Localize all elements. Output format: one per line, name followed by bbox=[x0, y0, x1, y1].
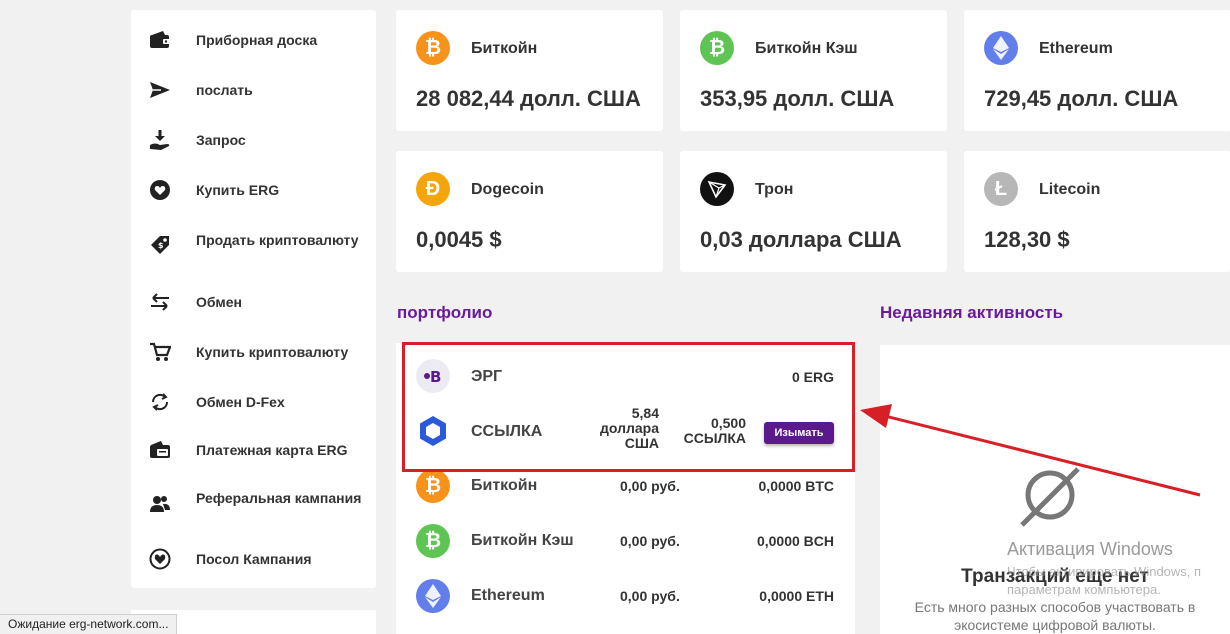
portfolio-row-crypto: 0,0000 BCH bbox=[756, 533, 834, 549]
portfolio-row-name: ЭРГ bbox=[471, 368, 503, 385]
sidebar-item-label: Приборная доска bbox=[196, 32, 318, 48]
sidebar-item-label: Купить криптовалюту bbox=[196, 344, 349, 360]
sidebar-item-dfex[interactable]: Обмен D-Fex bbox=[131, 392, 376, 412]
sidebar-item-request[interactable]: Запрос bbox=[131, 130, 376, 150]
portfolio-row-name: ССЫЛКА bbox=[471, 423, 543, 440]
sidebar-item-label: Запрос bbox=[196, 132, 246, 148]
sidebar-item-label: Обмен D-Fex bbox=[196, 394, 285, 410]
heart-hand-icon bbox=[149, 548, 171, 570]
sidebar-item-exchange[interactable]: Обмен bbox=[131, 292, 376, 312]
windows-activation-hint-line: параметрам компьютера. bbox=[1007, 582, 1161, 597]
portfolio-row-crypto: 0,0000 BTC bbox=[758, 478, 834, 494]
refresh-icon bbox=[149, 391, 171, 413]
price-card-tron[interactable]: Трон 0,03 доллара США bbox=[680, 151, 947, 272]
price-card-name: Ethereum bbox=[1039, 40, 1113, 57]
tag-icon: $ bbox=[149, 234, 171, 256]
bitcoin-cash-icon: ₿ bbox=[416, 524, 450, 558]
portfolio-row-crypto: 0,500 ССЫЛКА bbox=[683, 415, 746, 446]
sidebar-item-referral[interactable]: Реферальная кампания bbox=[131, 488, 376, 524]
withdraw-button[interactable]: Изымать bbox=[764, 422, 834, 444]
price-card-price: 128,30 $ bbox=[984, 227, 1070, 252]
litecoin-icon: Ł bbox=[984, 172, 1018, 206]
bitcoin-icon: ₿ bbox=[416, 31, 450, 65]
card-icon bbox=[149, 439, 171, 461]
portfolio-row-fiat: 0,00 руб. bbox=[620, 533, 680, 549]
ethereum-icon bbox=[984, 31, 1018, 65]
exchange-icon bbox=[149, 291, 171, 313]
portfolio-row-crypto: 0 ERG bbox=[791, 369, 834, 385]
portfolio-row-bitcoin[interactable]: ₿ Биткойн 0,00 руб. 0,0000 BTC bbox=[396, 469, 855, 519]
activity-title: Недавняя активность bbox=[880, 303, 1064, 322]
chainlink-icon bbox=[416, 414, 450, 448]
dogecoin-icon: Ð bbox=[416, 172, 450, 206]
portfolio-row-ethereum[interactable]: Ethereum 0,00 руб. 0,0000 ETH bbox=[396, 579, 855, 629]
sidebar-item-sell-crypto[interactable]: $ Продать криптовалюту bbox=[131, 230, 376, 266]
sidebar-item-label: Реферальная кампания bbox=[196, 490, 362, 506]
price-card-name: Биткойн bbox=[471, 40, 538, 57]
sidebar-item-label: Обмен bbox=[196, 294, 242, 310]
cart-icon bbox=[149, 341, 171, 363]
sidebar-item-send[interactable]: послать bbox=[131, 80, 376, 100]
sidebar-item-label: Платежная карта ERG bbox=[196, 442, 348, 458]
empty-set-icon bbox=[1018, 465, 1083, 530]
wallet-icon bbox=[149, 29, 171, 51]
portfolio-title: портфолио bbox=[397, 303, 493, 322]
price-card-price: 28 082,44 долл. США bbox=[416, 86, 641, 111]
sidebar-item-dashboard[interactable]: Приборная доска bbox=[131, 30, 376, 50]
sidebar-item-label: Продать криптовалюту bbox=[196, 232, 359, 248]
windows-activation-watermark: Активация Windows bbox=[1007, 539, 1173, 559]
portfolio-row-name: Ethereum bbox=[471, 587, 545, 604]
windows-activation-hint: Чтобы активировать Windows, п параметрам… bbox=[1007, 563, 1201, 599]
portfolio-row-bitcoin-cash[interactable]: ₿ Биткойн Кэш 0,00 руб. 0,0000 BCH bbox=[396, 524, 855, 574]
price-card-name: Биткойн Кэш bbox=[755, 40, 858, 57]
bitcoin-icon: ₿ bbox=[416, 469, 450, 503]
price-card-ethereum[interactable]: Ethereum 729,45 долл. США bbox=[964, 10, 1230, 131]
sidebar-item-label: послать bbox=[196, 82, 253, 98]
sidebar-item-label: Посол Кампания bbox=[196, 551, 312, 567]
sidebar-item-buy-erg[interactable]: Купить ERG bbox=[131, 180, 376, 200]
heart-icon bbox=[149, 179, 171, 201]
portfolio-row-crypto: 0,0000 ETH bbox=[759, 588, 834, 604]
sidebar-item-label: Купить ERG bbox=[196, 182, 280, 198]
price-card-price: 0,0045 $ bbox=[416, 227, 502, 252]
price-card-price: 0,03 доллара США bbox=[700, 227, 902, 252]
browser-status-bar: Ожидание erg-network.com... bbox=[0, 614, 178, 634]
sidebar-item-payment-card[interactable]: Платежная карта ERG bbox=[131, 440, 376, 460]
portfolio-list: B ЭРГ 0 ERG ССЫЛКА 5,84 доллара США 0,50… bbox=[396, 343, 855, 634]
sidebar: Приборная доска послать Запрос Купить ER… bbox=[131, 10, 376, 588]
price-card-name: Litecoin bbox=[1039, 181, 1101, 198]
svg-text:B: B bbox=[430, 368, 441, 384]
sidebar-item-ambassador[interactable]: Посол Кампания bbox=[131, 548, 376, 570]
users-icon bbox=[149, 493, 171, 515]
price-card-name: Трон bbox=[755, 181, 794, 198]
empty-state-description: Есть много разных способов участвовать в… bbox=[914, 599, 1196, 633]
erg-icon: B bbox=[416, 359, 450, 393]
request-icon bbox=[149, 129, 171, 151]
price-card-dogecoin[interactable]: Ð Dogecoin 0,0045 $ bbox=[396, 151, 663, 272]
sidebar-item-buy-crypto[interactable]: Купить криптовалюту bbox=[131, 342, 376, 362]
send-icon bbox=[149, 79, 171, 101]
price-card-price: 729,45 долл. США bbox=[984, 86, 1179, 111]
svg-text:$: $ bbox=[158, 241, 164, 250]
ethereum-icon bbox=[416, 579, 450, 613]
price-card-bitcoin-cash[interactable]: ₿ Биткойн Кэш 353,95 долл. США bbox=[680, 10, 947, 131]
portfolio-row-fiat: 0,00 руб. bbox=[620, 588, 680, 604]
windows-activation-hint-line: Чтобы активировать Windows, п bbox=[1007, 564, 1202, 579]
portfolio-row-erg[interactable]: B ЭРГ 0 ERG bbox=[396, 351, 855, 401]
portfolio-row-fiat: 0,00 руб. bbox=[620, 478, 680, 494]
portfolio-row-name: Биткойн bbox=[471, 477, 538, 494]
price-card-price: 353,95 долл. США bbox=[700, 86, 895, 111]
bitcoin-cash-icon: ₿ bbox=[700, 31, 734, 65]
price-card-bitcoin[interactable]: ₿ Биткойн 28 082,44 долл. США bbox=[396, 10, 663, 131]
price-card-litecoin[interactable]: Ł Litecoin 128,30 $ bbox=[964, 151, 1230, 272]
tron-icon bbox=[700, 172, 734, 206]
price-card-name: Dogecoin bbox=[471, 181, 544, 198]
portfolio-row-fiat: 5,84 доллара США bbox=[599, 405, 659, 451]
portfolio-row-name: Биткойн Кэш bbox=[471, 532, 574, 549]
